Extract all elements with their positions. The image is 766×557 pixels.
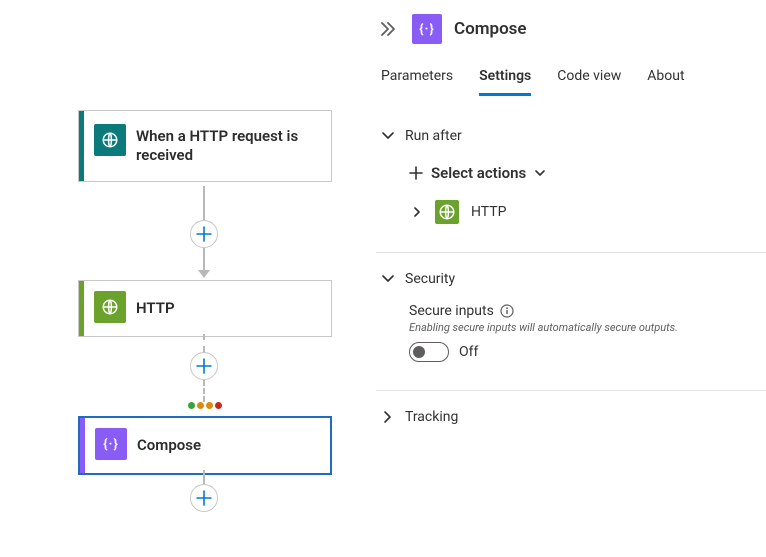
section-toggle-security[interactable]: Security [381, 271, 766, 287]
status-dots [188, 402, 222, 409]
secure-inputs-help: Enabling secure inputs will automaticall… [409, 321, 766, 334]
braces-icon: {·} [412, 14, 442, 44]
globe-icon [94, 124, 126, 156]
node-accent [79, 281, 84, 336]
info-icon[interactable] [500, 304, 514, 318]
chevron-down-icon [381, 129, 395, 143]
node-label: When a HTTP request is received [136, 111, 331, 181]
node-compose-action[interactable]: {·} Compose [78, 416, 332, 475]
globe-icon [435, 200, 459, 224]
action-settings-panel: {·} Compose Parameters Settings Code vie… [376, 0, 766, 557]
run-after-item-label: HTTP [471, 204, 506, 220]
chevron-down-icon [534, 167, 546, 179]
run-after-item[interactable]: HTTP [409, 200, 766, 224]
plus-icon [409, 166, 423, 180]
chevron-right-icon [411, 206, 423, 218]
section-security: Security Secure inputs Enabling secure i… [376, 252, 766, 362]
select-actions-label: Select actions [431, 164, 526, 182]
section-run-after: Run after Select actions H [376, 128, 766, 224]
tab-about[interactable]: About [647, 60, 684, 96]
tab-code-view[interactable]: Code view [557, 60, 621, 96]
section-heading: Run after [405, 128, 462, 144]
chevron-down-icon [381, 272, 395, 286]
secure-inputs-label: Secure inputs [409, 303, 494, 319]
section-tracking: Tracking [376, 390, 766, 425]
secure-inputs-toggle[interactable] [409, 342, 449, 362]
tab-settings[interactable]: Settings [479, 60, 531, 96]
add-step-button[interactable] [190, 220, 218, 248]
section-toggle-run-after[interactable]: Run after [381, 128, 766, 144]
tab-parameters[interactable]: Parameters [381, 60, 453, 96]
collapse-panel-button[interactable] [376, 18, 400, 40]
section-heading: Tracking [405, 409, 458, 425]
globe-icon [94, 291, 126, 323]
secure-inputs-state: Off [459, 344, 478, 360]
add-step-button[interactable] [190, 484, 218, 512]
panel-tabs: Parameters Settings Code view About [376, 60, 766, 102]
select-actions-button[interactable]: Select actions [409, 160, 766, 186]
chevron-right-icon [381, 410, 395, 424]
add-step-button[interactable] [190, 352, 218, 380]
node-accent [80, 418, 85, 473]
node-label: Compose [137, 418, 330, 473]
panel-title: Compose [454, 19, 527, 39]
section-heading: Security [405, 271, 455, 287]
section-toggle-tracking[interactable]: Tracking [381, 409, 766, 425]
node-accent [79, 111, 84, 181]
node-http-action[interactable]: HTTP [78, 280, 332, 337]
braces-icon: {·} [95, 428, 127, 460]
node-label: HTTP [136, 281, 331, 336]
workflow-canvas: When a HTTP request is received HTTP [0, 0, 376, 557]
node-trigger-http-request[interactable]: When a HTTP request is received [78, 110, 332, 182]
